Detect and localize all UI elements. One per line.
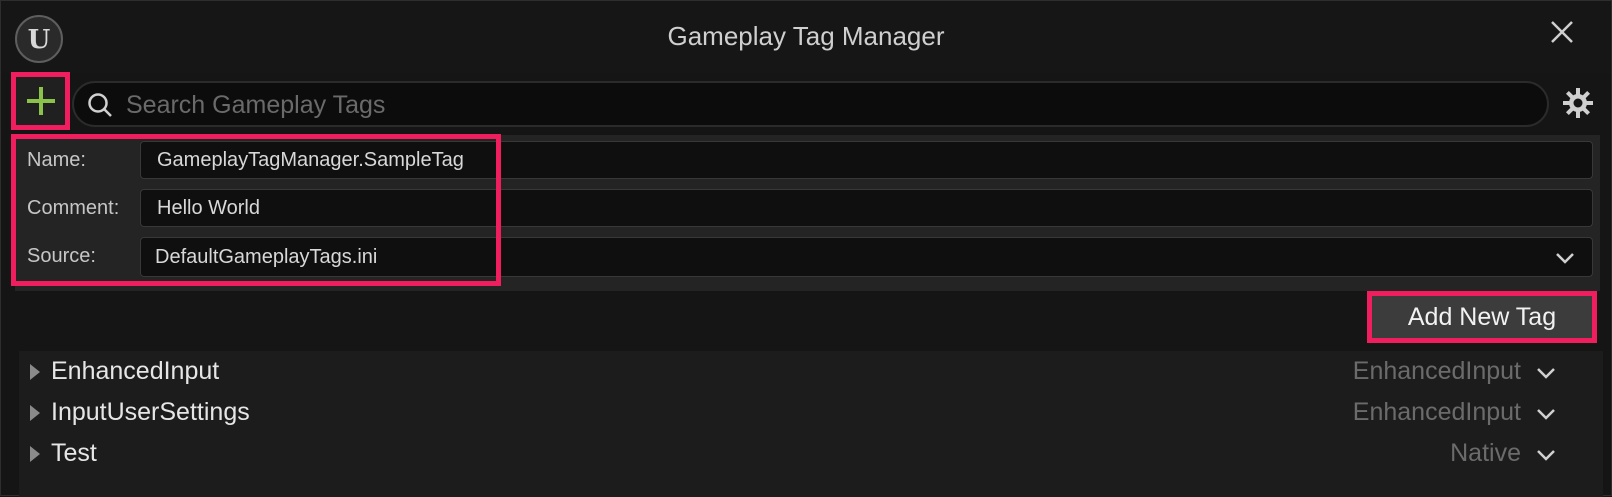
title-bar: U Gameplay Tag Manager [1,1,1611,73]
chevron-down-icon[interactable] [1535,403,1557,425]
name-field[interactable] [140,141,1593,179]
tag-row[interactable]: InputUserSettings EnhancedInput [19,392,1603,434]
settings-button[interactable] [1560,85,1596,121]
tag-name: InputUserSettings [51,398,250,426]
name-row: Name: [15,135,1600,183]
tag-name: Test [51,439,97,467]
gear-icon [1563,88,1593,118]
expand-arrow-icon[interactable] [27,443,43,465]
tag-tree: EnhancedInput EnhancedInput InputUserSetti… [19,351,1603,497]
comment-field[interactable] [140,189,1593,227]
expand-arrow-icon[interactable] [27,402,43,424]
search-icon [88,93,112,117]
gameplay-tag-manager-window: U Gameplay Tag Manager Search Gameplay T… [0,0,1612,497]
tag-source: EnhancedInput [1352,398,1521,426]
add-tag-toggle-button[interactable] [11,72,70,130]
chevron-down-icon [1556,253,1574,264]
search-input[interactable] [126,87,1526,123]
source-label: Source: [27,245,96,267]
chevron-down-icon[interactable] [1535,444,1557,466]
source-row: Source: DefaultGameplayTags.ini [15,231,1600,279]
window-title: Gameplay Tag Manager [667,21,945,51]
tag-row[interactable]: EnhancedInput EnhancedInput [19,351,1603,393]
tag-source: Native [1450,439,1521,467]
tag-row[interactable]: Test Native [19,433,1603,475]
close-icon [1551,21,1573,43]
close-button[interactable] [1545,15,1579,49]
plus-icon [26,87,55,115]
add-new-tag-button[interactable]: Add New Tag [1367,291,1597,343]
search-box[interactable] [72,81,1549,127]
comment-row: Comment: [15,183,1600,231]
comment-label: Comment: [27,197,120,219]
name-label: Name: [27,149,86,171]
expand-arrow-icon[interactable] [27,361,43,383]
source-dropdown[interactable]: DefaultGameplayTags.ini [140,237,1593,277]
tag-source: EnhancedInput [1352,357,1521,385]
new-tag-form: Name: Comment: Source: DefaultGameplayTa… [15,135,1600,291]
source-value: DefaultGameplayTags.ini [155,246,378,268]
tag-name: EnhancedInput [51,357,220,385]
chevron-down-icon[interactable] [1535,362,1557,384]
